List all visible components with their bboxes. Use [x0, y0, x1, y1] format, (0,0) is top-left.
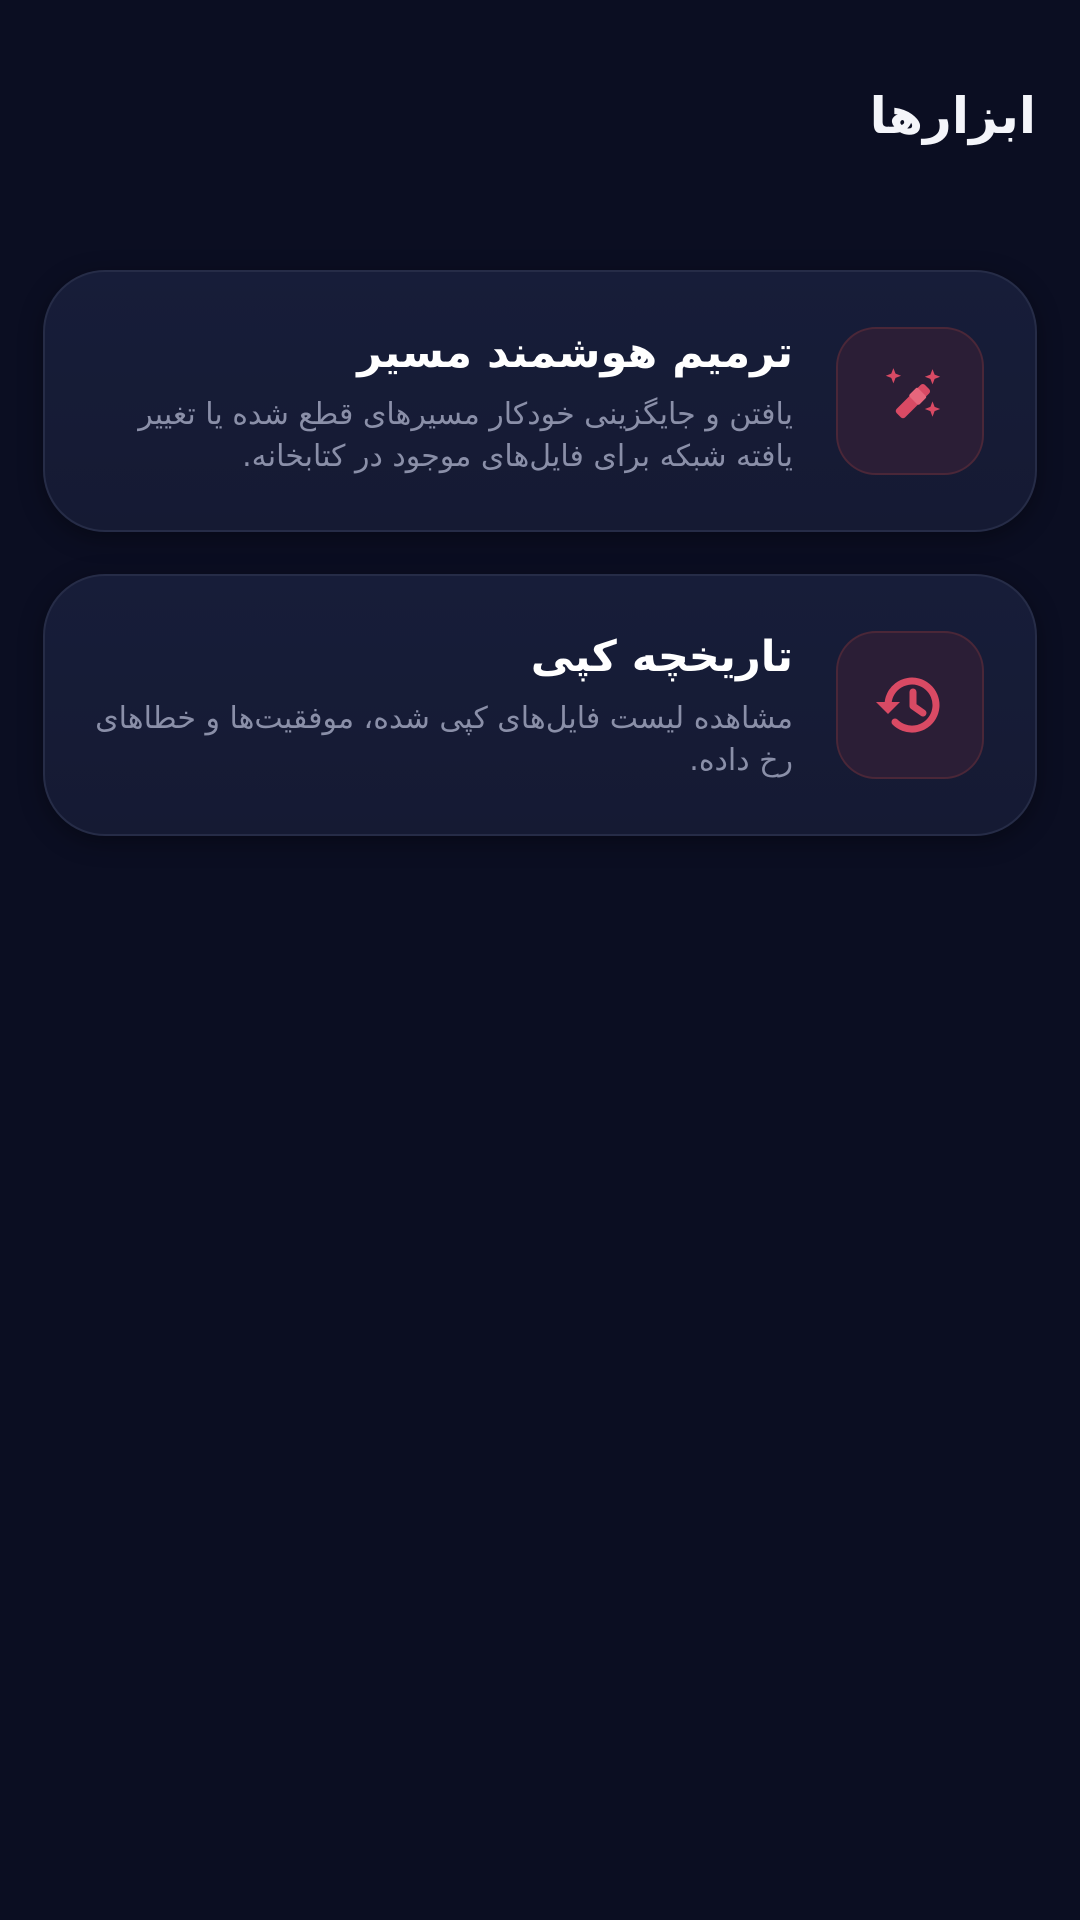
tool-card-text: ترمیم هوشمند مسیر یافتن و جایگزینی خودکا…: [95, 324, 793, 478]
tool-icon-tile: [836, 631, 984, 779]
tool-card-text: تاریخچه کپی مشاهده لیست فایل‌های کپی شده…: [95, 628, 793, 782]
tool-title: تاریخچه کپی: [530, 632, 793, 682]
tool-card-smart-path-repair[interactable]: ترمیم هوشمند مسیر یافتن و جایگزینی خودکا…: [43, 270, 1037, 532]
tool-title: ترمیم هوشمند مسیر: [357, 328, 793, 378]
history-icon: [876, 677, 940, 733]
page-title: ابزارها: [869, 87, 1036, 145]
tool-icon-tile: [836, 327, 984, 475]
tool-description: یافتن و جایگزینی خودکار مسیرهای قطع شده …: [138, 397, 793, 474]
tool-card-copy-history[interactable]: تاریخچه کپی مشاهده لیست فایل‌های کپی شده…: [43, 574, 1037, 836]
tool-description: مشاهده لیست فایل‌های کپی شده، موفقیت‌ها …: [95, 701, 793, 778]
magic-wand-icon: [885, 368, 941, 419]
tools-screen: ابزارها ترمیم هوشمند مسیر یافتن و جایگزی…: [0, 0, 1080, 1920]
